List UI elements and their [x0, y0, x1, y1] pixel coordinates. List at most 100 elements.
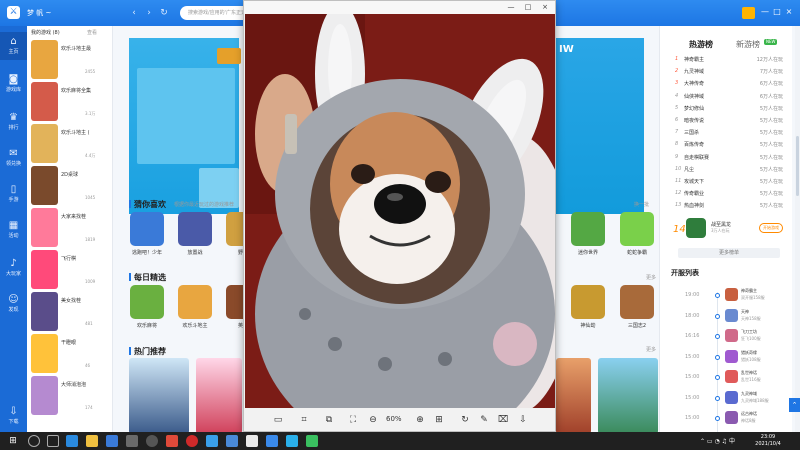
- scrollbar-thumb[interactable]: [796, 136, 799, 196]
- rank-row[interactable]: 2 九灵神域 7万人在玩: [671, 66, 783, 77]
- blue-app-icon[interactable]: [226, 435, 238, 447]
- daily-more-link[interactable]: 更多: [646, 274, 656, 281]
- sidebar-item-player[interactable]: ♪ 大玩家: [0, 254, 27, 282]
- minimize-button[interactable]: —: [759, 6, 771, 18]
- server-row[interactable]: 16:16 飞刀工坊 狂飞100服: [671, 328, 783, 344]
- rotate-icon[interactable]: ↻: [459, 414, 471, 426]
- white-app-icon[interactable]: [246, 435, 258, 447]
- hot-card[interactable]: [129, 358, 189, 434]
- hot-more-link[interactable]: 更多: [646, 346, 656, 353]
- system-tray-icons[interactable]: ⌃ ▭ ◔ ♫ 中: [700, 436, 735, 445]
- red-app-icon[interactable]: [166, 435, 178, 447]
- guess-game-item[interactable]: 逃跑吧！少年: [129, 212, 165, 260]
- viewer-minimize-button[interactable]: —: [506, 2, 516, 12]
- feature-banner-right[interactable]: IW: [556, 38, 644, 214]
- cut-icon[interactable]: ⌧: [497, 414, 509, 426]
- rank-row[interactable]: 12 传奇霸业 5万人在玩: [671, 188, 783, 199]
- rank-row[interactable]: 8 百炼传奇 5万人在玩: [671, 139, 783, 150]
- qq-icon[interactable]: [286, 435, 298, 447]
- float-service-button[interactable]: ⌃: [789, 398, 800, 412]
- recent-game-item[interactable]: 大师消泡泡 174: [30, 375, 110, 416]
- task-view-icon[interactable]: [47, 435, 59, 447]
- compare-icon[interactable]: ⧉: [323, 414, 335, 426]
- recent-game-item[interactable]: 飞行棋 1009: [30, 249, 110, 290]
- recent-more-link[interactable]: 查看: [87, 29, 97, 36]
- save-icon[interactable]: ⇩: [517, 414, 529, 426]
- server-row[interactable]: 15:00 猎妖奇缘 猎妖108服: [671, 349, 783, 365]
- recent-game-item[interactable]: 美女找茬 481: [30, 291, 110, 332]
- game-mini-logo[interactable]: [742, 7, 755, 19]
- windows-start-icon[interactable]: ⊞: [7, 435, 19, 447]
- tab-new-rank[interactable]: 新游榜: [736, 39, 760, 50]
- server-row[interactable]: 18:00 天神 天神158服: [671, 308, 783, 324]
- zoom-in-icon[interactable]: ⊕: [414, 414, 426, 426]
- hot-card[interactable]: [598, 358, 658, 434]
- daily-game-item[interactable]: 神仙劫: [570, 285, 606, 333]
- recent-game-item[interactable]: 干瞪眼 46: [30, 333, 110, 374]
- fit-icon[interactable]: ▭: [272, 414, 284, 426]
- rank-row[interactable]: 11 攻城天下 5万人在玩: [671, 176, 783, 187]
- fullscreen-icon[interactable]: ⛶: [347, 414, 359, 426]
- original-size-icon[interactable]: ⊞: [433, 414, 445, 426]
- zoom-out-icon[interactable]: ⊖: [367, 414, 379, 426]
- featured-rank-item[interactable]: 14 战至黑龙 3万人在玩 开始游戏: [671, 216, 783, 242]
- hot-card[interactable]: [196, 358, 242, 434]
- hot-card[interactable]: [556, 358, 591, 434]
- sidebar-item-download[interactable]: ⇩ 下载: [0, 402, 27, 430]
- feature-banner[interactable]: [129, 38, 241, 214]
- settings-icon[interactable]: [146, 435, 158, 447]
- sidebar-item-mobile[interactable]: ▯ 手游: [0, 180, 27, 208]
- forward-icon[interactable]: ›: [143, 7, 155, 19]
- guess-game-item[interactable]: 放置战: [177, 212, 213, 260]
- search-icon[interactable]: [28, 435, 40, 447]
- game-center-icon[interactable]: [206, 435, 218, 447]
- tab-hot-rank[interactable]: 热游榜: [689, 39, 713, 50]
- daily-game-item[interactable]: 欢乐斗地主: [177, 285, 213, 333]
- sidebar-item-home[interactable]: ⌂ 主页: [0, 32, 27, 60]
- sidebar-item-rank[interactable]: ♛ 排行: [0, 108, 27, 136]
- daily-game-item[interactable]: 三国志2: [619, 285, 655, 333]
- rank-row[interactable]: 10 凡尘 5万人在玩: [671, 164, 783, 175]
- viewer-close-button[interactable]: ×: [540, 2, 550, 12]
- recent-game-item[interactable]: 大家来找茬 1819: [30, 207, 110, 248]
- sidebar-item-library[interactable]: ◙ 游戏库: [0, 70, 27, 98]
- close-button[interactable]: ×: [783, 6, 795, 18]
- netease-music-icon[interactable]: [186, 435, 198, 447]
- rank-row[interactable]: 5 梦幻修仙 5万人在玩: [671, 103, 783, 114]
- store-icon[interactable]: [106, 435, 118, 447]
- sidebar-item-discover[interactable]: ☺ 发现: [0, 290, 27, 318]
- server-row[interactable]: 15:00 乱世神话 乱世116服: [671, 369, 783, 385]
- search-input[interactable]: 搜索游戏/应用的'广东正式上': [180, 6, 250, 20]
- rank-row[interactable]: 1 神奇霸主 12万人在玩: [671, 54, 783, 65]
- sidebar-item-activity[interactable]: ▦ 活动: [0, 216, 27, 244]
- recent-game-item[interactable]: 欢乐斗地主最 2455: [30, 39, 110, 80]
- page-scrollbar[interactable]: [795, 26, 800, 436]
- sidebar-item-gift[interactable]: ✉ 领兑换: [0, 144, 27, 172]
- server-row[interactable]: 19:00 神奇霸主 双开服158服: [671, 287, 783, 303]
- rank-row[interactable]: 4 仙侠神域 6万人在玩: [671, 91, 783, 102]
- green-app-icon[interactable]: [306, 435, 318, 447]
- folder-icon[interactable]: [86, 435, 98, 447]
- app-icon[interactable]: [126, 435, 138, 447]
- recent-game-item[interactable]: 欢乐斗地主 (4.4万: [30, 123, 110, 164]
- daily-game-item[interactable]: 欢乐麻将: [129, 285, 165, 333]
- rank-row[interactable]: 13 热血神剑 5万人在玩: [671, 200, 783, 211]
- guess-refresh-link[interactable]: 换一批: [634, 201, 649, 208]
- rank-row[interactable]: 9 自走棋联赛 5万人在玩: [671, 152, 783, 163]
- guess-game-item[interactable]: 蛇蛇争霸: [619, 212, 655, 260]
- more-rank-button[interactable]: 更多榜单: [678, 248, 780, 258]
- viewer-maximize-button[interactable]: □: [523, 2, 533, 12]
- recent-game-item[interactable]: 欢乐麻将全集 3.1万: [30, 81, 110, 122]
- start-game-button[interactable]: 开始游戏: [759, 223, 783, 233]
- maximize-button[interactable]: □: [771, 6, 783, 18]
- back-icon[interactable]: ‹: [128, 7, 140, 19]
- edit-icon[interactable]: ✎: [478, 414, 490, 426]
- rank-row[interactable]: 3 大神传奇 6万人在玩: [671, 78, 783, 89]
- photos-icon[interactable]: [266, 435, 278, 447]
- rank-row[interactable]: 6 暗夜传说 5万人在玩: [671, 115, 783, 126]
- recent-game-item[interactable]: 2D桌球 1045: [30, 165, 110, 206]
- crop-icon[interactable]: ⌗: [298, 414, 310, 426]
- taskbar-clock[interactable]: 23:09 2021/10/4: [748, 434, 788, 448]
- server-row[interactable]: 15:00 九灵神域 九灵神域188服: [671, 390, 783, 406]
- edge-icon[interactable]: [66, 435, 78, 447]
